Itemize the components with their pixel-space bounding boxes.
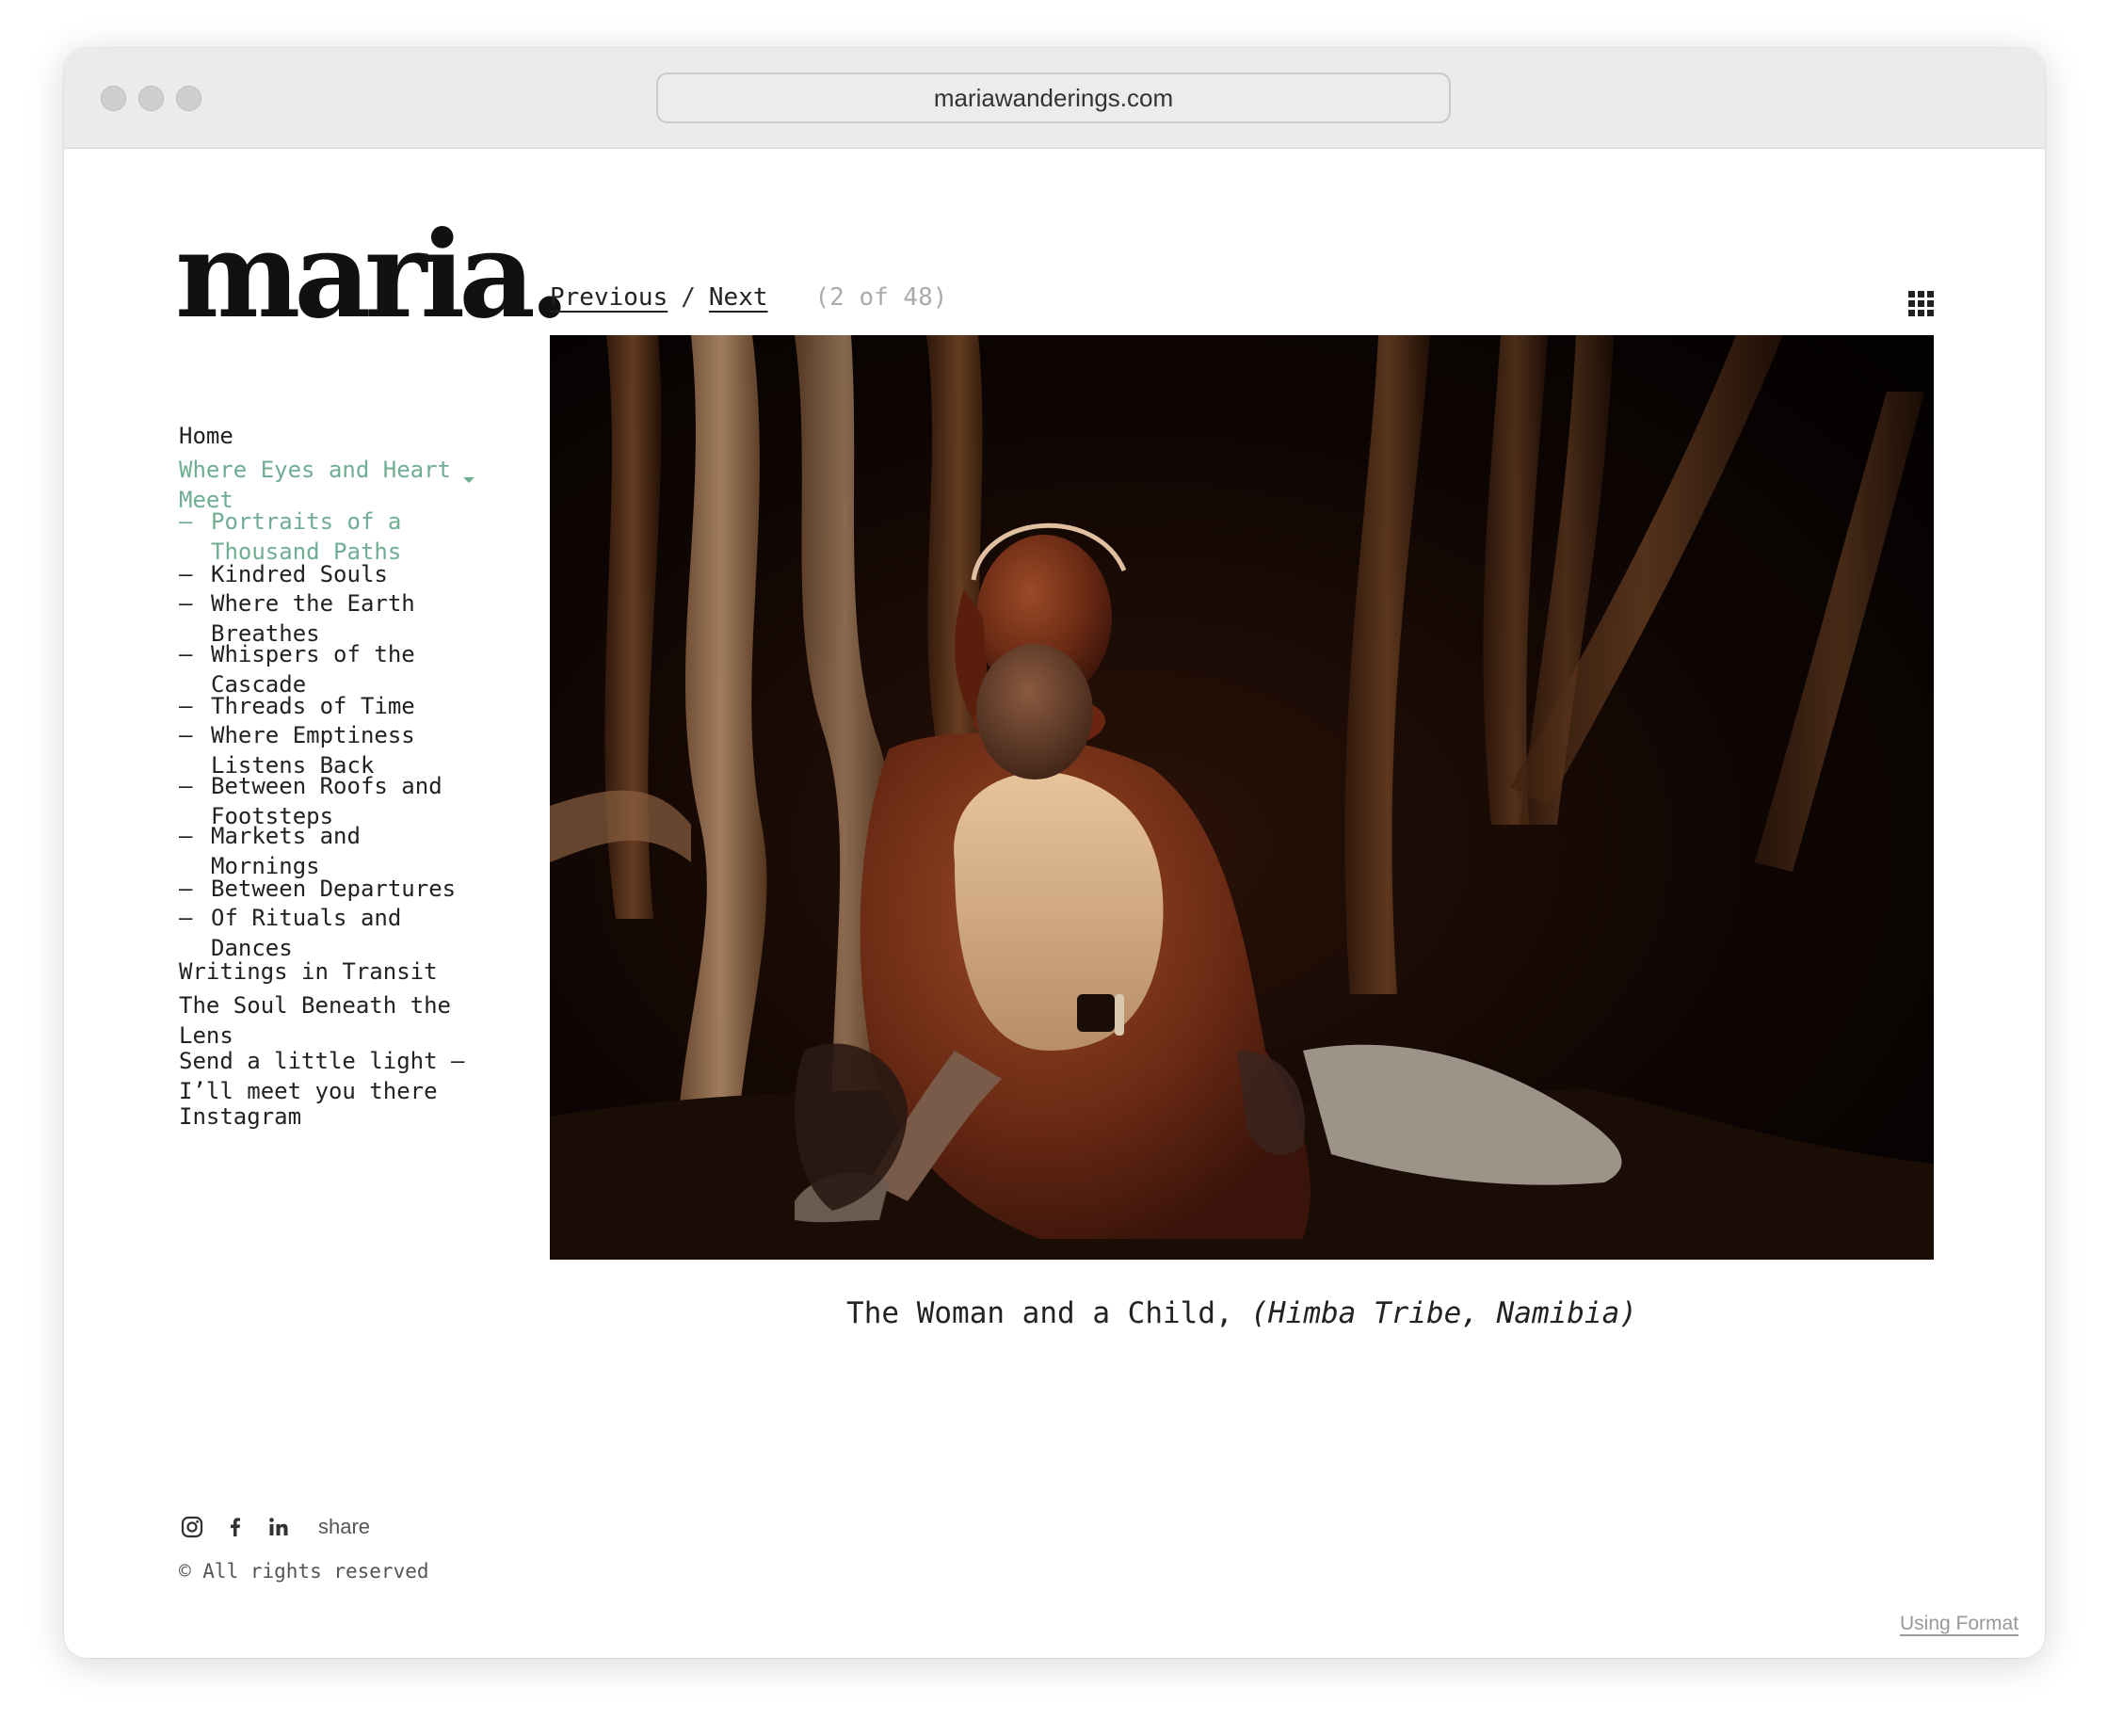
dash-marker: — — [179, 590, 193, 617]
caption-location: (Himba Tribe, Namibia) — [1250, 1296, 1637, 1330]
nav-subitem-threads-of-time[interactable]: — Threads of Time — [179, 691, 480, 721]
image-pager: Previous / Next (2 of 48) — [550, 283, 947, 312]
nav-subitem-label: Where Emptiness Listens Back — [211, 722, 415, 779]
chevron-down-icon[interactable] — [463, 477, 474, 483]
nav-subitem-label: Markets and Mornings — [211, 823, 361, 879]
nav-item-home[interactable]: Home — [179, 421, 480, 451]
window-close-button[interactable] — [101, 86, 126, 111]
nav-subitem-label: Where the Earth Breathes — [211, 590, 415, 647]
window-minimize-button[interactable] — [138, 86, 164, 111]
address-bar[interactable]: mariawanderings.com — [656, 72, 1451, 123]
nav-subitem-label: Of Rituals and Dances — [211, 905, 402, 961]
caption-title: The Woman and a Child, — [846, 1296, 1233, 1330]
nav-subitem-rituals[interactable]: — Of Rituals and Dances — [179, 903, 480, 963]
nav-subitem-departures[interactable]: — Between Departures — [179, 874, 480, 904]
nav-subitem-label: Between Departures — [211, 876, 457, 902]
grid-view-icon[interactable] — [1908, 291, 1934, 316]
browser-titlebar: mariawanderings.com — [64, 48, 2045, 149]
address-bar-url: mariawanderings.com — [933, 83, 1174, 112]
site-logo[interactable]: maria. — [175, 216, 571, 334]
nav-subitem-label: Portraits of a Thousand Paths — [211, 508, 402, 565]
linkedin-icon[interactable] — [265, 1514, 292, 1540]
dash-marker: — — [179, 722, 193, 748]
nav-item-soul[interactable]: The Soul Beneath the Lens — [179, 990, 471, 1051]
nav-item-contact[interactable]: Send a little light — I’ll meet you ther… — [179, 1046, 480, 1106]
dash-marker: — — [179, 508, 193, 535]
image-counter: (2 of 48) — [814, 283, 948, 312]
window-maximize-button[interactable] — [176, 86, 201, 111]
nav-item-gallery-parent-label: Where Eyes and Heart Meet — [179, 457, 451, 513]
browser-window: mariawanderings.com maria. Home Where Ey… — [64, 48, 2045, 1658]
nav-subitem-label: Kindred Souls — [211, 561, 388, 587]
facebook-icon[interactable] — [222, 1514, 249, 1540]
social-links: share — [179, 1511, 370, 1543]
nav-item-instagram[interactable]: Instagram — [179, 1101, 480, 1132]
nav-subitem-kindred-souls[interactable]: — Kindred Souls — [179, 559, 480, 589]
pager-separator: / — [681, 283, 696, 312]
nav-subitem-portraits[interactable]: — Portraits of a Thousand Paths — [179, 506, 480, 567]
nav-item-writings[interactable]: Writings in Transit — [179, 956, 480, 987]
nav-subitem-markets[interactable]: — Markets and Mornings — [179, 821, 480, 881]
nav-subitem-label: Threads of Time — [211, 693, 415, 719]
dash-marker: — — [179, 561, 193, 587]
photo-caption: The Woman and a Child, (Himba Tribe, Nam… — [550, 1296, 1934, 1330]
dash-marker: — — [179, 773, 193, 799]
share-link[interactable]: share — [318, 1515, 370, 1539]
copyright-text: © All rights reserved — [179, 1560, 429, 1583]
dash-marker: — — [179, 693, 193, 719]
previous-link[interactable]: Previous — [550, 283, 667, 312]
next-link[interactable]: Next — [709, 283, 768, 312]
main-photo — [550, 335, 1934, 1260]
dash-marker: — — [179, 876, 193, 902]
dash-marker: — — [179, 905, 193, 931]
using-format-link[interactable]: Using Format — [1900, 1613, 2019, 1635]
nav-subitem-label: Whispers of the Cascade — [211, 641, 415, 698]
dash-marker: — — [179, 823, 193, 849]
dash-marker: — — [179, 641, 193, 667]
instagram-icon[interactable] — [179, 1514, 205, 1540]
